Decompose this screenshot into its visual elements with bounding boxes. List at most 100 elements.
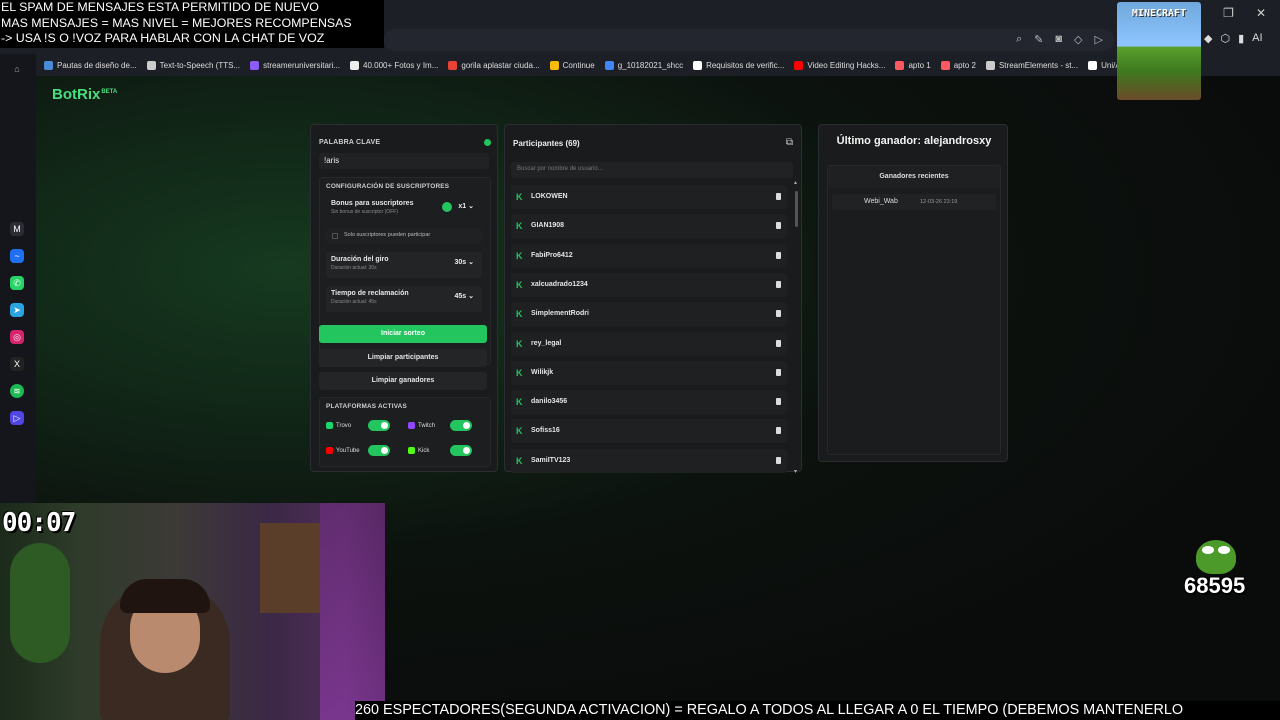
youtube-toggle[interactable] <box>368 445 390 456</box>
last-winner-title: Último ganador: alejandrosxy <box>836 135 992 147</box>
participant-search-input[interactable]: Buscar por nombre de usuario... <box>511 162 793 178</box>
bookmark-item[interactable]: StreamElements - st... <box>985 60 1079 70</box>
bookmark-item[interactable]: streameruniversitari... <box>250 60 341 70</box>
kick-icon: K <box>516 250 523 261</box>
platform-name: YouTube <box>336 447 360 454</box>
trash-icon[interactable] <box>776 310 781 318</box>
close-icon[interactable]: ✕ <box>1256 6 1266 20</box>
bookmark-label: gorila aplastar ciuda... <box>461 60 540 70</box>
twitch-icon <box>408 422 415 429</box>
app-icon[interactable]: ▷ <box>10 411 24 425</box>
only-subs-checkbox[interactable] <box>332 233 338 239</box>
spin-select[interactable]: 30s ⌄ <box>455 258 475 266</box>
copy-icon[interactable]: ⧉ <box>786 137 793 148</box>
kick-toggle[interactable] <box>450 445 472 456</box>
bookmark-label: streameruniversitari... <box>263 60 341 70</box>
instagram-icon[interactable]: ◎ <box>10 330 24 344</box>
address-bar[interactable] <box>384 29 1114 51</box>
platform-kick: Kick <box>408 447 429 454</box>
restore-icon[interactable]: ❐ <box>1223 6 1234 20</box>
pepe-emote-icon <box>1196 540 1236 574</box>
bookmark-favicon-icon <box>985 60 995 70</box>
trovo-toggle[interactable] <box>368 420 390 431</box>
bookmark-favicon-icon <box>44 60 53 70</box>
bookmark-favicon-icon <box>250 60 260 70</box>
clear-participants-button[interactable]: Limpiar participantes <box>319 349 487 367</box>
only-subs-row[interactable]: Solo suscriptores pueden participar <box>326 228 482 244</box>
bookmark-item[interactable]: g_10182021_shcc <box>604 60 683 70</box>
trash-icon[interactable] <box>776 251 781 259</box>
info-icon[interactable] <box>442 202 452 212</box>
cube-icon[interactable]: ⬡ <box>1220 32 1230 45</box>
spin-row: Duración del giro Duración actual: 30s 3… <box>326 252 482 278</box>
telegram-icon[interactable]: ➤ <box>10 303 24 317</box>
twitch-toggle[interactable] <box>450 420 472 431</box>
platform-name: Kick <box>418 447 430 454</box>
bookmark-item[interactable]: 40.000+ Fotos y Im... <box>350 60 438 70</box>
shield-icon[interactable]: ◇ <box>1074 33 1082 46</box>
search-icon[interactable]: ⌕ <box>1016 33 1022 46</box>
spotify-icon[interactable]: ≋ <box>10 384 24 398</box>
window-controls: – ❐ ✕ <box>1195 6 1266 20</box>
bookmark-item[interactable]: Pautas de diseño de... <box>44 60 137 70</box>
participant-name: danilo3456 <box>531 398 568 406</box>
participant-name: Sofiss16 <box>531 427 560 435</box>
edit-icon[interactable]: ✎ <box>1034 33 1043 46</box>
trash-icon[interactable] <box>776 222 781 230</box>
bookmark-favicon-icon <box>350 60 360 70</box>
brand-logo[interactable]: BotRixBETA <box>52 86 117 103</box>
bonus-select[interactable]: x1 ⌄ <box>458 202 474 210</box>
kick-icon: K <box>516 397 523 408</box>
bookmark-item[interactable]: gorila aplastar ciuda... <box>448 60 540 70</box>
banner-line: -> USA !S O !VOZ PARA HABLAR CON LA CHAT… <box>1 31 325 45</box>
participant-row: Kxalcuadrado1234 <box>511 272 787 297</box>
clear-winners-button[interactable]: Limpiar ganadores <box>319 372 487 390</box>
bookmark-label: apto 2 <box>953 60 976 70</box>
platforms-label: PLATAFORMAS ACTIVAS <box>326 403 407 410</box>
bookmark-item[interactable]: apto 1 <box>895 60 931 70</box>
bonus-sub: Sin bonus de suscriptor (OFF) <box>331 209 398 215</box>
bookmark-item[interactable]: Requisitos de verific... <box>693 60 784 70</box>
bookmark-item[interactable]: apto 2 <box>940 60 976 70</box>
trash-icon[interactable] <box>776 456 781 464</box>
trash-icon[interactable] <box>776 368 781 376</box>
start-raffle-button[interactable]: Iniciar sorteo <box>319 325 487 343</box>
whatsapp-icon[interactable]: ✆ <box>10 276 24 290</box>
play-icon[interactable]: ▷ <box>1095 33 1103 46</box>
trash-icon[interactable] <box>776 339 781 347</box>
claim-sub: Duración actual: 45s <box>331 299 377 305</box>
stream-ticker: 260 ESPECTADORES(SEGUNDA ACTIVACION) = R… <box>355 701 1280 720</box>
ai-button[interactable]: AI <box>1252 32 1262 45</box>
claim-select[interactable]: 45s ⌄ <box>455 292 475 300</box>
participant-scrollbar[interactable]: ▴ ▾ <box>794 180 799 475</box>
bookmark-label: Pautas de diseño de... <box>57 60 137 70</box>
camera-icon[interactable]: ◙ <box>1055 33 1062 46</box>
messenger-icon[interactable]: ~ <box>10 249 24 263</box>
trovo-icon <box>326 422 333 429</box>
bookmark-item[interactable]: Video Editing Hacks... <box>794 60 885 70</box>
kick-icon: K <box>516 221 523 232</box>
trash-icon[interactable] <box>776 398 781 406</box>
platforms-box: PLATAFORMAS ACTIVAS Trovo Twitch YouTube… <box>319 397 491 467</box>
participant-row: K GIAN1908 <box>511 214 787 239</box>
extensions-bar: ◆ ⬡ ▮ AI <box>1204 32 1263 45</box>
info-icon[interactable] <box>484 139 491 146</box>
bookmark-label: StreamElements - st... <box>998 60 1079 70</box>
gmail-icon[interactable]: M <box>10 222 24 236</box>
home-icon[interactable]: ⌂ <box>10 62 24 76</box>
bookmark-item[interactable]: Continue <box>549 60 595 70</box>
trash-icon[interactable] <box>776 193 781 200</box>
sub-config-label: CONFIGURACIÓN DE SUSCRIPTORES <box>326 183 450 190</box>
participant-name: LOKOWEN <box>531 193 568 200</box>
bookmark-item[interactable]: Text-to-Speech (TTS... <box>146 60 240 70</box>
participant-row: K Sofiss16 <box>511 419 787 444</box>
extension-icon[interactable]: ◆ <box>1204 32 1212 45</box>
x-icon[interactable]: X <box>10 357 24 371</box>
keyword-input[interactable]: !aris <box>319 153 489 169</box>
participant-row: K Wilikjk <box>511 360 787 385</box>
sidebar-toggle-icon[interactable]: ▮ <box>1238 32 1244 45</box>
trash-icon[interactable] <box>776 280 781 288</box>
trash-icon[interactable] <box>776 427 781 435</box>
settings-panel: PALABRA CLAVE !aris CONFIGURACIÓN DE SUS… <box>310 124 498 472</box>
bookmark-favicon-icon <box>549 60 559 70</box>
